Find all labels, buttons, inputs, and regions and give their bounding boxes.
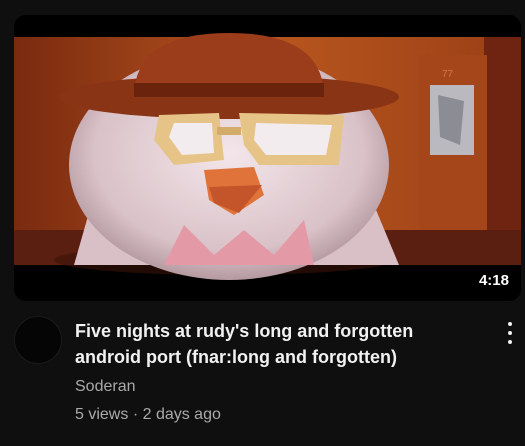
video-details: Five nights at rudy's long and forgotten… xyxy=(75,318,475,426)
duration-badge: 4:18 xyxy=(472,269,515,293)
video-title[interactable]: Five nights at rudy's long and forgotten… xyxy=(75,318,475,370)
thumbnail-image: 77 xyxy=(14,15,521,301)
more-dot xyxy=(508,331,512,335)
view-count: 5 views xyxy=(75,406,129,423)
channel-name[interactable]: Soderan xyxy=(75,376,475,398)
more-options-icon[interactable] xyxy=(500,318,520,348)
video-stats: 5 views · 2 days ago xyxy=(75,404,475,426)
more-dot xyxy=(508,340,512,344)
thumbnail-number-text: 77 xyxy=(442,69,454,80)
video-card[interactable]: 77 4:18 Five nights at rudy's long and f… xyxy=(0,0,525,446)
stats-separator: · xyxy=(132,406,139,423)
channel-avatar[interactable] xyxy=(14,316,62,364)
upload-age: 2 days ago xyxy=(142,406,221,423)
video-title-line-1: Five nights at rudy's long and forgotten xyxy=(75,321,414,341)
video-thumbnail[interactable]: 77 4:18 xyxy=(14,15,521,301)
video-title-line-2: android port (fnar:long and forgotten) xyxy=(75,347,397,367)
more-dot xyxy=(508,322,512,326)
